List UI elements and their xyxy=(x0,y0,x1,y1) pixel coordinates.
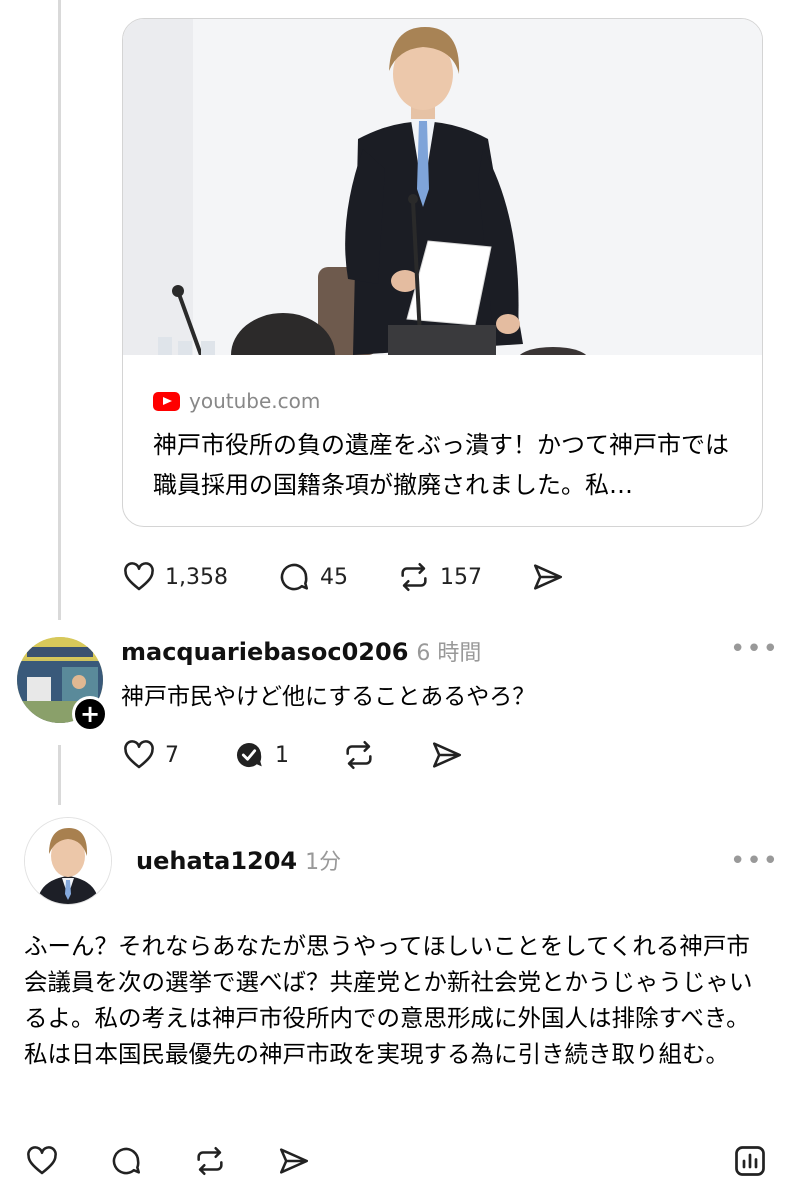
reply-timestamp: 6 時間 xyxy=(416,641,482,666)
more-dots-icon: ••• xyxy=(730,634,780,664)
comment-button[interactable] xyxy=(108,1144,144,1178)
link-title: 神戸市役所の負の遺産をぶっ潰す！かつて神戸市では職員採用の国籍条項が撤廃されまし… xyxy=(153,431,729,499)
avatar[interactable] xyxy=(24,817,112,905)
comment-bubble-icon xyxy=(280,563,309,591)
plus-icon: + xyxy=(79,700,101,728)
youtube-icon xyxy=(153,391,180,411)
send-icon xyxy=(533,564,563,590)
comment-button[interactable]: 45 xyxy=(276,560,348,594)
send-icon xyxy=(432,742,462,768)
more-options-button[interactable]: ••• xyxy=(730,846,779,876)
comment-bubble-icon xyxy=(112,1147,141,1175)
repost-button[interactable] xyxy=(341,738,377,772)
video-thumbnail xyxy=(123,19,762,355)
follow-plus-button[interactable]: + xyxy=(72,696,108,732)
comment-count: 1 xyxy=(275,742,289,768)
thread-line-reply xyxy=(58,745,61,805)
share-button[interactable] xyxy=(530,560,566,594)
repost-icon xyxy=(401,562,427,592)
reply-action-bar xyxy=(24,1143,768,1179)
like-count: 1,358 xyxy=(165,564,228,590)
like-count: 7 xyxy=(165,742,179,768)
like-button[interactable] xyxy=(24,1144,60,1178)
post-action-bar: 1,358 45 157 xyxy=(121,560,566,594)
reply-timestamp: 1分 xyxy=(305,850,342,875)
source-domain: youtube.com xyxy=(189,389,321,413)
reply-action-bar: 7 1 xyxy=(121,738,465,772)
send-icon xyxy=(279,1148,309,1174)
avatar-image xyxy=(25,818,111,904)
reply-username[interactable]: uehata1204 1分 xyxy=(136,844,341,876)
more-dots-icon: ••• xyxy=(730,846,780,876)
like-button[interactable]: 1,358 xyxy=(121,560,228,594)
thread-line-top xyxy=(58,0,61,620)
heart-icon xyxy=(27,1146,57,1175)
reply-text: 神戸市民やけど他にすることあるやろ？ xyxy=(121,684,536,710)
like-button[interactable]: 7 xyxy=(121,738,179,772)
share-button[interactable] xyxy=(429,738,465,772)
username-text[interactable]: uehata1204 xyxy=(136,847,297,875)
link-preview-card[interactable]: youtube.com 神戸市役所の負の遺産をぶっ潰す！かつて神戸市では職員採用… xyxy=(122,18,763,527)
share-button[interactable] xyxy=(276,1144,312,1178)
insights-button[interactable] xyxy=(732,1143,768,1179)
repost-button[interactable] xyxy=(192,1144,228,1178)
link-source: youtube.com xyxy=(153,389,320,413)
reply-username[interactable]: macquariebasoc0206 6 時間 xyxy=(121,635,481,667)
username-text[interactable]: macquariebasoc0206 xyxy=(121,638,408,666)
repost-button[interactable]: 157 xyxy=(396,560,482,594)
bar-chart-icon xyxy=(735,1146,765,1176)
repost-icon xyxy=(346,740,372,770)
repost-count: 157 xyxy=(439,564,482,590)
heart-icon xyxy=(124,740,154,769)
heart-icon xyxy=(124,562,154,591)
more-options-button[interactable]: ••• xyxy=(730,634,779,664)
comment-filled-check-icon xyxy=(236,742,262,768)
comment-count: 45 xyxy=(319,564,348,590)
reply-text: ふーん？それならあなたが思うやってほしいことをしてくれる神戸市会議員を次の選挙で… xyxy=(24,932,753,1068)
repost-icon xyxy=(197,1146,223,1176)
comment-button[interactable]: 1 xyxy=(231,738,289,772)
